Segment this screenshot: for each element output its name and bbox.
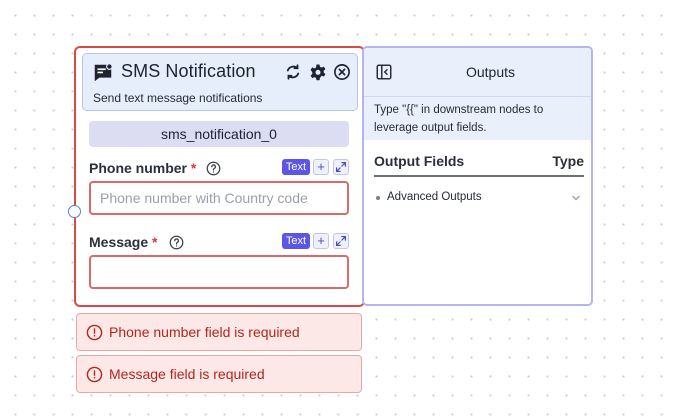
sms-notification-node[interactable]: SMS Notification Send text message notif…: [74, 46, 365, 307]
advanced-outputs-row[interactable]: Advanced Outputs: [374, 190, 584, 206]
type-column: Type: [552, 153, 584, 169]
error-message: Message field is required: [76, 355, 362, 393]
bullet-icon: [376, 196, 380, 200]
node-id-pill: sms_notification_0: [89, 121, 349, 147]
phone-number-label-text: Phone number: [89, 160, 188, 176]
expand-icon[interactable]: [333, 233, 349, 249]
advanced-outputs-label: Advanced Outputs: [387, 191, 482, 203]
node-header: SMS Notification Send text message notif…: [82, 53, 358, 111]
error-icon: [86, 366, 103, 383]
outputs-title: Outputs: [465, 64, 516, 80]
error-text: Phone number field is required: [109, 324, 300, 340]
message-label: Message *: [89, 234, 158, 250]
output-fields-column: Output Fields: [374, 153, 465, 169]
outputs-panel: Outputs Type "{{" in downstream nodes to…: [362, 46, 593, 306]
message-label-text: Message: [89, 234, 149, 250]
outputs-hint: Type "{{" in downstream nodes to leverag…: [364, 96, 591, 140]
expand-icon[interactable]: [333, 159, 349, 175]
help-icon[interactable]: [206, 161, 221, 176]
error-message: Phone number field is required: [76, 313, 362, 351]
phone-number-input[interactable]: [89, 181, 349, 215]
node-description: Send text message notifications: [93, 91, 263, 105]
output-fields-header: Output Fields Type: [374, 153, 584, 177]
text-type-badge[interactable]: Text: [282, 159, 310, 175]
text-type-badge[interactable]: Text: [282, 233, 310, 249]
message-icon: [94, 63, 113, 82]
input-connection-handle[interactable]: [68, 205, 81, 218]
plus-icon[interactable]: +: [313, 233, 329, 249]
refresh-icon[interactable]: [284, 63, 302, 81]
plus-icon[interactable]: +: [313, 159, 329, 175]
error-text: Message field is required: [109, 366, 265, 382]
gear-icon[interactable]: [309, 63, 327, 81]
chevron-down-icon[interactable]: [570, 192, 582, 204]
message-input[interactable]: [89, 255, 349, 289]
outputs-header: Outputs: [364, 48, 591, 96]
required-mark: *: [190, 160, 197, 176]
close-icon[interactable]: [333, 63, 351, 81]
required-mark: *: [152, 234, 158, 250]
help-icon[interactable]: [169, 235, 184, 250]
phone-number-label: Phone number *: [89, 160, 196, 176]
node-title: SMS Notification: [121, 61, 256, 81]
error-icon: [86, 324, 103, 341]
